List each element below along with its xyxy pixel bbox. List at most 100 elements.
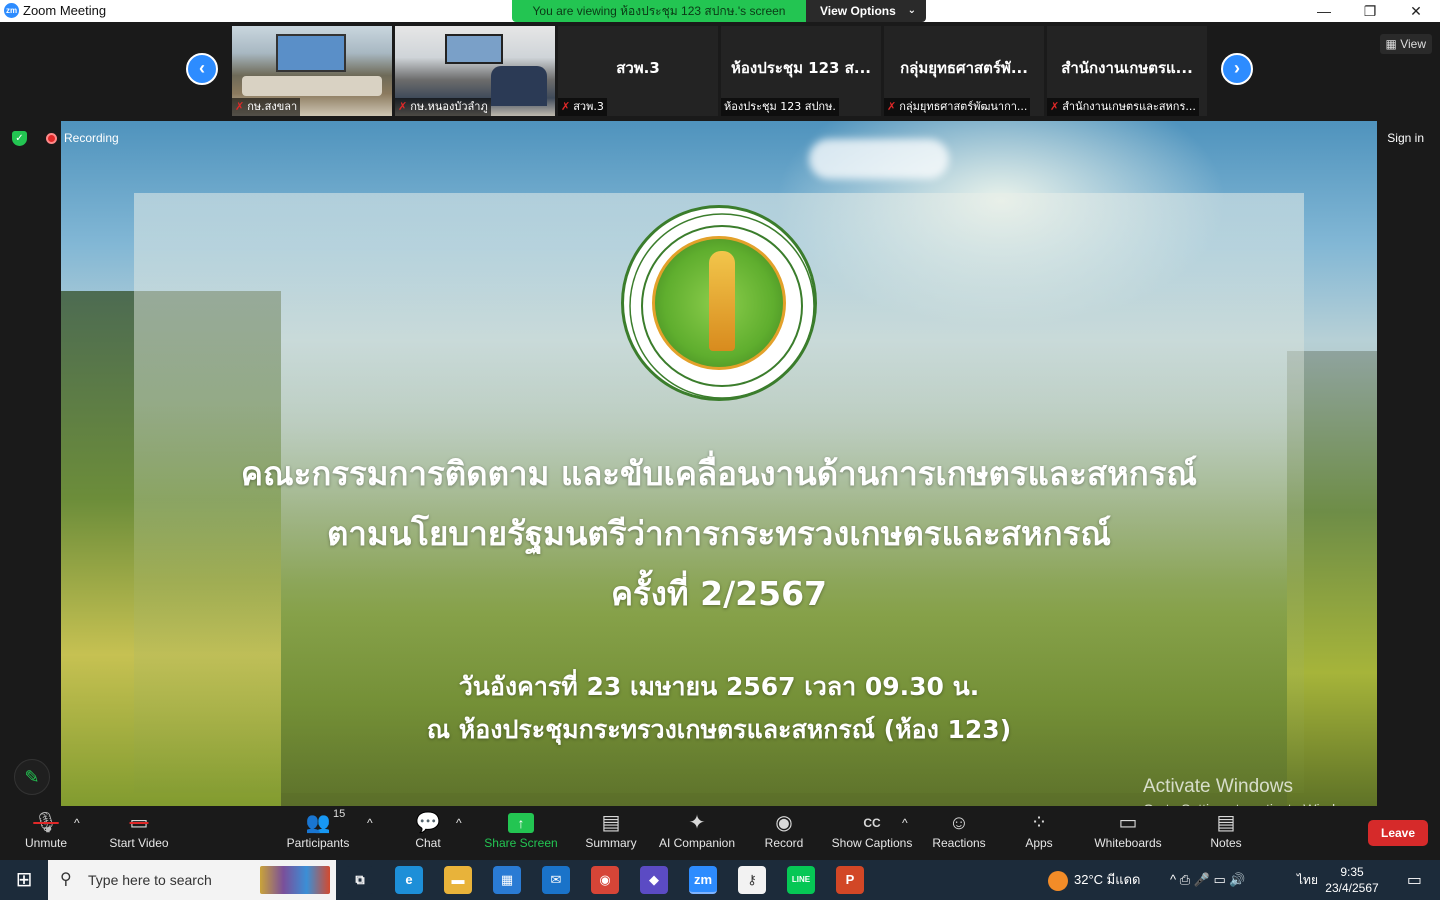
zoom-logo-icon: zm (4, 3, 19, 18)
summary-label: Summary (585, 836, 637, 850)
ministry-seal-logo (621, 205, 817, 401)
taskbar-clock[interactable]: 9:35 23/4/2567 (1322, 864, 1382, 896)
task-view-icon[interactable]: ⧉ (346, 866, 374, 894)
participants-options-caret[interactable]: ^ (367, 816, 373, 864)
mic-muted-icon: ✗ (1050, 100, 1060, 113)
weather-text: 32°C มีแดด (1074, 872, 1141, 887)
reactions-button[interactable]: ☺ Reactions (930, 810, 988, 858)
start-video-label: Start Video (109, 836, 169, 850)
view-options-button[interactable]: View Options ⌄ (806, 0, 926, 22)
app-purple-icon[interactable]: ◆ (640, 866, 668, 894)
windows-start-icon[interactable]: ⊞ (0, 860, 48, 900)
line-icon[interactable]: LINE (787, 866, 815, 894)
participant-tile[interactable]: ห้องประชุม 123 ส... ห้องประชุม 123 สปกษ. (721, 26, 881, 116)
captions-options-caret[interactable]: ^ (902, 816, 908, 864)
next-page-button[interactable]: › (1221, 53, 1253, 85)
chevron-down-icon: ⌄ (907, 5, 916, 16)
notification-icon[interactable]: ▭ (1407, 870, 1422, 890)
participants-label: Participants (286, 836, 350, 850)
participant-tile[interactable]: สวพ.3 ✗ สวพ.3 (558, 26, 718, 116)
whiteboards-button[interactable]: ▭ Whiteboards (1092, 810, 1164, 858)
unmute-button[interactable]: 🎙 Unmute (18, 810, 74, 858)
apps-button[interactable]: ⁘ Apps (1020, 810, 1058, 858)
zoom-window: zm Zoom Meeting You are viewing ห้องประช… (0, 0, 1440, 900)
edge-icon[interactable]: e (395, 866, 423, 894)
apps-icon: ⁘ (1030, 812, 1048, 834)
powerpoint-icon[interactable]: P (836, 866, 864, 894)
mic-muted-icon: ✗ (887, 100, 897, 113)
clock-time: 9:35 (1340, 865, 1364, 879)
mic-muted-icon: ✗ (398, 100, 408, 113)
leave-button[interactable]: Leave (1368, 820, 1428, 846)
search-icon: ⚲ (60, 871, 72, 888)
record-button[interactable]: ◉ Record (762, 810, 806, 858)
view-button[interactable]: ▦ View (1379, 34, 1432, 54)
shared-screen-stage: คณะกรรมการติดตาม และขับเคลื่อนงานด้านการ… (0, 119, 1440, 817)
sign-in-link[interactable]: Sign in (1387, 131, 1424, 145)
recording-dot-icon (46, 133, 57, 144)
summary-icon: ▤ (601, 812, 621, 834)
seal-figure (709, 251, 735, 351)
input-language[interactable]: ไทย (1297, 860, 1318, 900)
zoom-icon[interactable]: zm (689, 866, 717, 894)
whiteboard-icon: ▭ (1118, 812, 1138, 834)
notes-label: Notes (1210, 836, 1242, 850)
video-off-icon: ▭ (129, 812, 149, 834)
previous-page-button[interactable]: ‹ (186, 53, 218, 85)
seal-inner (652, 236, 786, 370)
mic-muted-icon: 🎙 (33, 812, 59, 834)
mail-icon[interactable]: ✉ (542, 866, 570, 894)
chat-options-caret[interactable]: ^ (456, 816, 462, 864)
weather-widget[interactable]: 32°C มีแดด (1048, 860, 1141, 900)
search-highlight-image (260, 866, 330, 894)
view-options-label: View Options (820, 4, 896, 18)
annotate-pencil-icon[interactable]: ✎ (14, 759, 50, 795)
shared-slide: คณะกรรมการติดตาม และขับเคลื่อนงานด้านการ… (61, 121, 1377, 806)
mic-muted-icon: ✗ (235, 100, 245, 113)
slide-title-line-1: คณะกรรมการติดตาม และขับเคลื่อนงานด้านการ… (240, 454, 1198, 493)
share-screen-label: Share Screen (484, 836, 558, 850)
reactions-label: Reactions (932, 836, 986, 850)
participant-name-label: ✗ กษ.สงขลา (232, 98, 301, 116)
restore-button[interactable]: ❐ (1347, 0, 1393, 22)
activate-windows-title: Activate Windows (1143, 776, 1293, 797)
ai-companion-label: AI Companion (658, 836, 736, 850)
participant-tile[interactable]: กลุ่มยุทธศาสตร์พั... ✗ กลุ่มยุทธศาสตร์พัฒ… (884, 26, 1044, 116)
participant-tile[interactable]: ✗ กษ.หนองบัวลำภู (395, 26, 555, 116)
audio-options-caret[interactable]: ^ (74, 816, 80, 864)
store-icon[interactable]: ▦ (493, 866, 521, 894)
participant-name-label: ✗ กลุ่มยุทธศาสตร์พัฒนากา... (884, 98, 1031, 116)
notes-button[interactable]: ▤ Notes (1206, 810, 1246, 858)
system-tray-icons[interactable]: ^ ⎙ 🎤 ▭ 🔊 (1170, 860, 1246, 900)
minimize-button[interactable]: — (1301, 0, 1347, 22)
start-video-button[interactable]: ▭ Start Video (104, 810, 174, 858)
windows-taskbar: ⊞ ⚲ Type here to search ⧉ e ▬ ▦ ✉ ◉ ◆ zm ⚷ LINE P … (0, 860, 1440, 900)
recording-label: Recording (64, 131, 119, 145)
participant-display-name: สำนักงานเกษตรแ... (1061, 59, 1193, 77)
slide-location-line: ณ ห้องประชุมกระทรวงเกษตรและสหกรณ์ (ห้อง … (426, 715, 1012, 744)
notes-icon: ▤ (1216, 812, 1236, 834)
slide-date-line: วันอังคารที่ 23 เมษายน 2567 เวลา 09.30 น… (458, 672, 980, 701)
share-screen-button[interactable]: ↑ Share Screen (484, 810, 558, 858)
summary-button[interactable]: ▤ Summary (582, 810, 640, 858)
share-screen-icon: ↑ (508, 813, 534, 833)
reactions-icon: ☺ (948, 812, 970, 834)
ai-companion-button[interactable]: ✦ AI Companion (656, 810, 738, 858)
chrome-icon[interactable]: ◉ (591, 866, 619, 894)
participant-tile[interactable]: สำนักงานเกษตรแ... ✗ สำนักงานเกษตรและสหกร.… (1047, 26, 1207, 116)
taskbar-search-input[interactable]: ⚲ Type here to search (48, 860, 336, 900)
participant-name-label: ห้องประชุม 123 สปกษ. (721, 98, 839, 116)
app-key-icon[interactable]: ⚷ (738, 866, 766, 894)
chat-button[interactable]: 💬 Chat (408, 810, 448, 858)
file-explorer-icon[interactable]: ▬ (444, 866, 472, 894)
slide-cloud (809, 139, 949, 179)
participant-tile[interactable]: ✗ กษ.สงขลา (232, 26, 392, 116)
viewing-banner: You are viewing ห้องประชุม 123 สปกษ.'s s… (512, 0, 926, 22)
clock-date: 23/4/2567 (1325, 881, 1379, 895)
slide-title-line-3: ครั้งที่ 2/2567 (610, 574, 827, 613)
close-button[interactable]: ✕ (1393, 0, 1439, 22)
shield-icon[interactable]: ✓ (12, 131, 27, 146)
slide-title-line-2: ตามนโยบายรัฐมนตรีว่าการกระทรวงเกษตรและสห… (327, 514, 1111, 553)
mic-muted-icon: ✗ (561, 100, 571, 113)
sun-icon (1048, 870, 1068, 891)
